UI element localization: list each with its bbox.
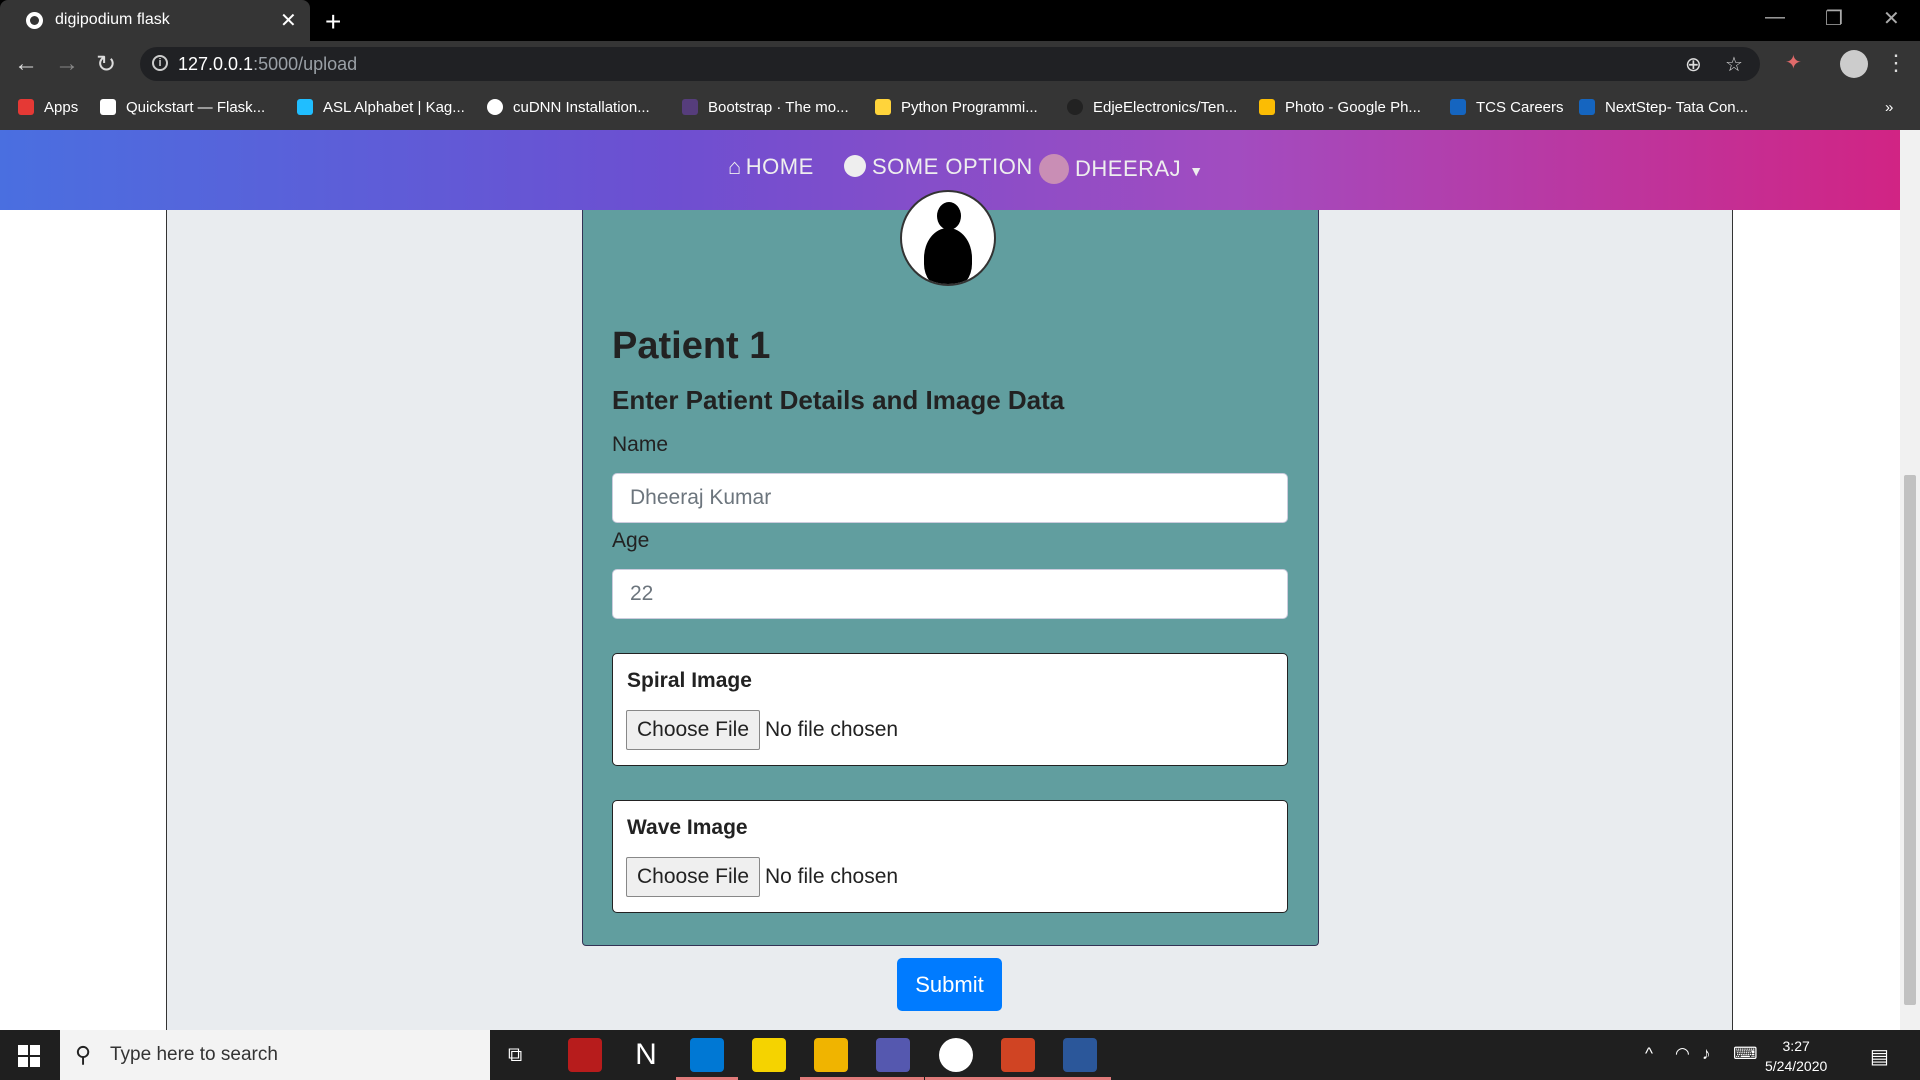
bookmark-bootstrap[interactable]: Bootstrap · The mo... <box>682 99 849 116</box>
bookmark-tcs-careers[interactable]: TCS Careers <box>1450 99 1564 116</box>
python-icon <box>875 99 891 115</box>
bookmark-python[interactable]: Python Programmi... <box>875 99 1038 116</box>
spiral-file-status: No file chosen <box>765 718 899 741</box>
name-input[interactable]: Dheeraj Kumar <box>612 473 1288 523</box>
word-icon[interactable] <box>1049 1038 1111 1080</box>
kaggle-icon <box>297 99 313 115</box>
close-tab-icon[interactable]: ✕ <box>280 8 297 33</box>
wave-image-title: Wave Image <box>627 816 748 839</box>
bookmarks-bar: Apps Quickstart — Flask... ASL Alphabet … <box>0 87 1920 130</box>
globe-icon <box>26 12 43 29</box>
taskbar-search[interactable]: ⚲ Type here to search <box>60 1030 490 1080</box>
profile-avatar[interactable] <box>1840 50 1868 78</box>
tab-title: digipodium flask <box>55 11 170 28</box>
wifi-icon[interactable]: ◠ <box>1675 1044 1690 1064</box>
spiral-image-title: Spiral Image <box>627 669 752 692</box>
bookmark-flask[interactable]: Quickstart — Flask... <box>100 99 265 116</box>
bookmark-cudnn[interactable]: cuDNN Installation... <box>487 99 650 116</box>
reload-icon[interactable]: ↻ <box>96 50 116 79</box>
flask-icon <box>100 99 116 115</box>
file-explorer-icon[interactable] <box>800 1038 862 1080</box>
extension-icon[interactable]: ✦ <box>1785 50 1802 75</box>
age-label: Age <box>612 529 650 552</box>
submit-button[interactable]: Submit <box>897 958 1002 1011</box>
bookmark-apps[interactable]: Apps <box>18 99 78 116</box>
browser-toolbar: ← → ↻ i 127.0.0.1:5000/upload ⊕ ☆ ✦ ⋮ <box>0 41 1920 87</box>
app-icon-n[interactable]: N <box>629 1038 663 1072</box>
chrome-icon[interactable] <box>925 1038 987 1080</box>
bookmark-nextstep[interactable]: NextStep- Tata Con... <box>1579 99 1748 116</box>
home-icon: ⌂ <box>728 154 742 179</box>
sticky-notes-icon[interactable] <box>752 1038 786 1072</box>
windows-start-icon[interactable] <box>18 1045 40 1067</box>
menu-icon[interactable]: ⋮ <box>1885 50 1907 76</box>
page-scrollbar[interactable] <box>1900 130 1920 1030</box>
app-icon-red[interactable] <box>568 1038 602 1072</box>
bookmark-kaggle[interactable]: ASL Alphabet | Kag... <box>297 99 465 116</box>
spiral-choose-file-button[interactable]: Choose File <box>626 710 760 750</box>
google-photos-icon <box>1259 99 1275 115</box>
user-avatar <box>1039 154 1069 184</box>
nav-some-option[interactable]: SOME OPTION <box>844 154 1033 180</box>
tcs-icon <box>1579 99 1595 115</box>
volume-icon[interactable]: ♪ <box>1702 1044 1711 1064</box>
patient-card: Patient 1 Enter Patient Details and Imag… <box>582 190 1319 946</box>
wave-file-status: No file chosen <box>765 865 899 888</box>
url-text[interactable]: 127.0.0.1:5000/upload <box>178 54 357 75</box>
back-icon[interactable]: ← <box>14 50 38 78</box>
tcs-icon <box>1450 99 1466 115</box>
info-icon[interactable]: i <box>152 55 168 71</box>
wave-choose-file-button[interactable]: Choose File <box>626 857 760 897</box>
nav-user-dropdown[interactable]: DHEERAJ ▼ <box>1039 154 1204 184</box>
minimize-icon[interactable]: — <box>1765 6 1785 29</box>
tray-chevron-icon[interactable]: ^ <box>1645 1044 1653 1064</box>
powerpoint-icon[interactable] <box>987 1038 1049 1080</box>
address-bar[interactable]: i 127.0.0.1:5000/upload ⊕ ☆ <box>140 47 1760 81</box>
star-icon[interactable]: ☆ <box>1725 52 1743 77</box>
age-input[interactable]: 22 <box>612 569 1288 619</box>
bookmark-google-photos[interactable]: Photo - Google Ph... <box>1259 99 1421 116</box>
page-viewport: ⌂ HOME SOME OPTION DHEERAJ ▼ Patient 1 Ent… <box>0 130 1900 1030</box>
keyboard-icon[interactable]: ⌨ <box>1733 1044 1758 1064</box>
browser-tab-bar: digipodium flask ✕ + — ❐ ✕ <box>0 0 1920 41</box>
browser-tab[interactable]: digipodium flask ✕ <box>0 0 310 41</box>
search-icon: ⚲ <box>75 1042 92 1067</box>
github-icon <box>1067 99 1083 115</box>
forward-icon[interactable]: → <box>55 50 79 78</box>
new-tab-icon[interactable]: + <box>325 6 341 38</box>
bootstrap-icon <box>682 99 698 115</box>
clock-time: 3:27 <box>1782 1038 1810 1054</box>
vscode-icon[interactable] <box>676 1038 738 1080</box>
bookmark-github[interactable]: EdjeElectronics/Ten... <box>1067 99 1237 116</box>
page-title: Patient 1 <box>612 325 771 367</box>
check-circle-icon <box>844 155 866 177</box>
scrollbar-thumb[interactable] <box>1904 475 1916 1005</box>
zoom-icon[interactable]: ⊕ <box>1685 52 1702 77</box>
nav-home[interactable]: ⌂ HOME <box>728 154 814 180</box>
spiral-image-box: Spiral Image Choose File No file chosen <box>612 653 1288 766</box>
taskbar-clock[interactable]: 3:27 5/24/2020 <box>1765 1036 1827 1076</box>
window-close-icon[interactable]: ✕ <box>1883 6 1900 31</box>
caret-down-icon: ▼ <box>1189 163 1204 179</box>
more-bookmarks-icon[interactable]: » <box>1885 99 1893 116</box>
teams-icon[interactable] <box>862 1038 924 1080</box>
windows-taskbar: ⚲ Type here to search ⧉ N ^ ◠ ♪ ⌨ 3:27 5… <box>0 1030 1920 1080</box>
wave-image-box: Wave Image Choose File No file chosen <box>612 800 1288 913</box>
taskbar-search-input[interactable]: Type here to search <box>110 1044 278 1066</box>
restore-icon[interactable]: ❐ <box>1825 6 1843 31</box>
clock-date: 5/24/2020 <box>1765 1058 1828 1074</box>
globe-icon <box>487 99 503 115</box>
patient-avatar <box>900 190 996 286</box>
form-subtitle: Enter Patient Details and Image Data <box>612 385 1065 415</box>
apps-grid-icon <box>18 99 34 115</box>
name-label: Name <box>612 433 669 456</box>
notifications-icon[interactable]: ▤ <box>1870 1044 1889 1069</box>
task-view-icon[interactable]: ⧉ <box>508 1044 522 1067</box>
